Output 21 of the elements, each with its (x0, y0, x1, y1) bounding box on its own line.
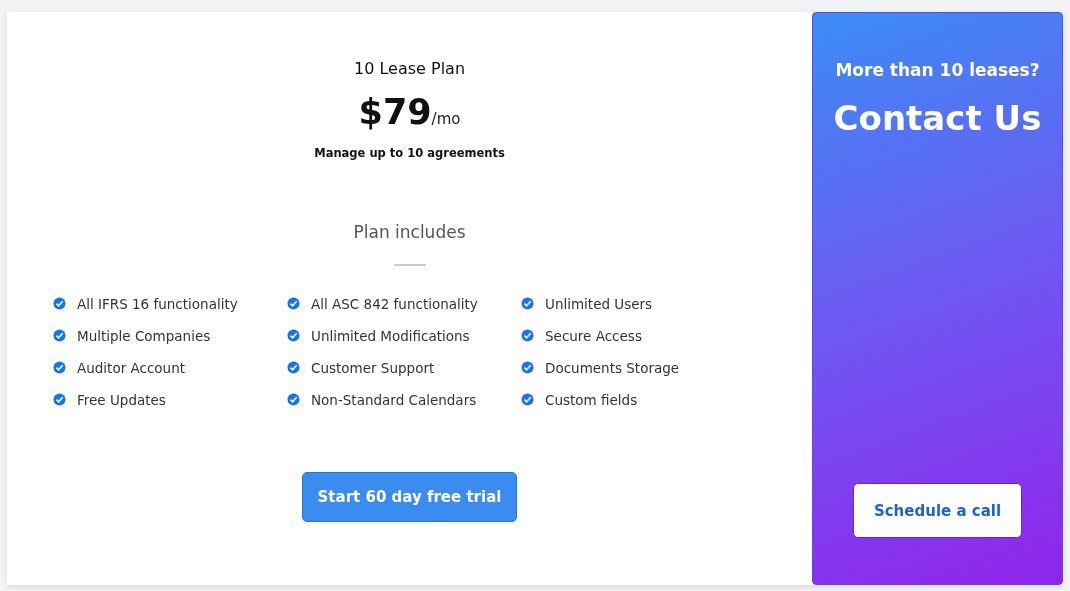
feature-label: Auditor Account (77, 359, 185, 376)
plan-description: Manage up to 10 agreements (314, 146, 505, 160)
feature-label: All IFRS 16 functionality (77, 295, 238, 312)
schedule-button[interactable]: Schedule a call (853, 483, 1022, 538)
feature-label: Unlimited Modifications (311, 327, 470, 344)
feature-label: Customer Support (311, 359, 435, 376)
feature-label: Unlimited Users (545, 295, 653, 312)
feature-label: Custom fields (545, 391, 638, 408)
price: $79 (358, 92, 432, 132)
plan-title: 10 Lease Plan (354, 59, 465, 78)
contact-question: More than 10 leases? (835, 60, 1040, 80)
feature-label: All ASC 842 functionality (311, 295, 478, 312)
price-period: /mo (431, 110, 461, 128)
feature-label: Non-Standard Calendars (311, 391, 477, 408)
feature-label: Multiple Companies (77, 327, 211, 344)
section-heading: Plan includes (353, 222, 466, 242)
feature-label: Secure Access (545, 327, 642, 344)
feature-label: Documents Storage (545, 359, 680, 376)
trial-button[interactable]: Start 60 day free trial (302, 472, 517, 522)
feature-label: Free Updates (77, 391, 166, 408)
contact-title: Contact Us (833, 98, 1042, 138)
